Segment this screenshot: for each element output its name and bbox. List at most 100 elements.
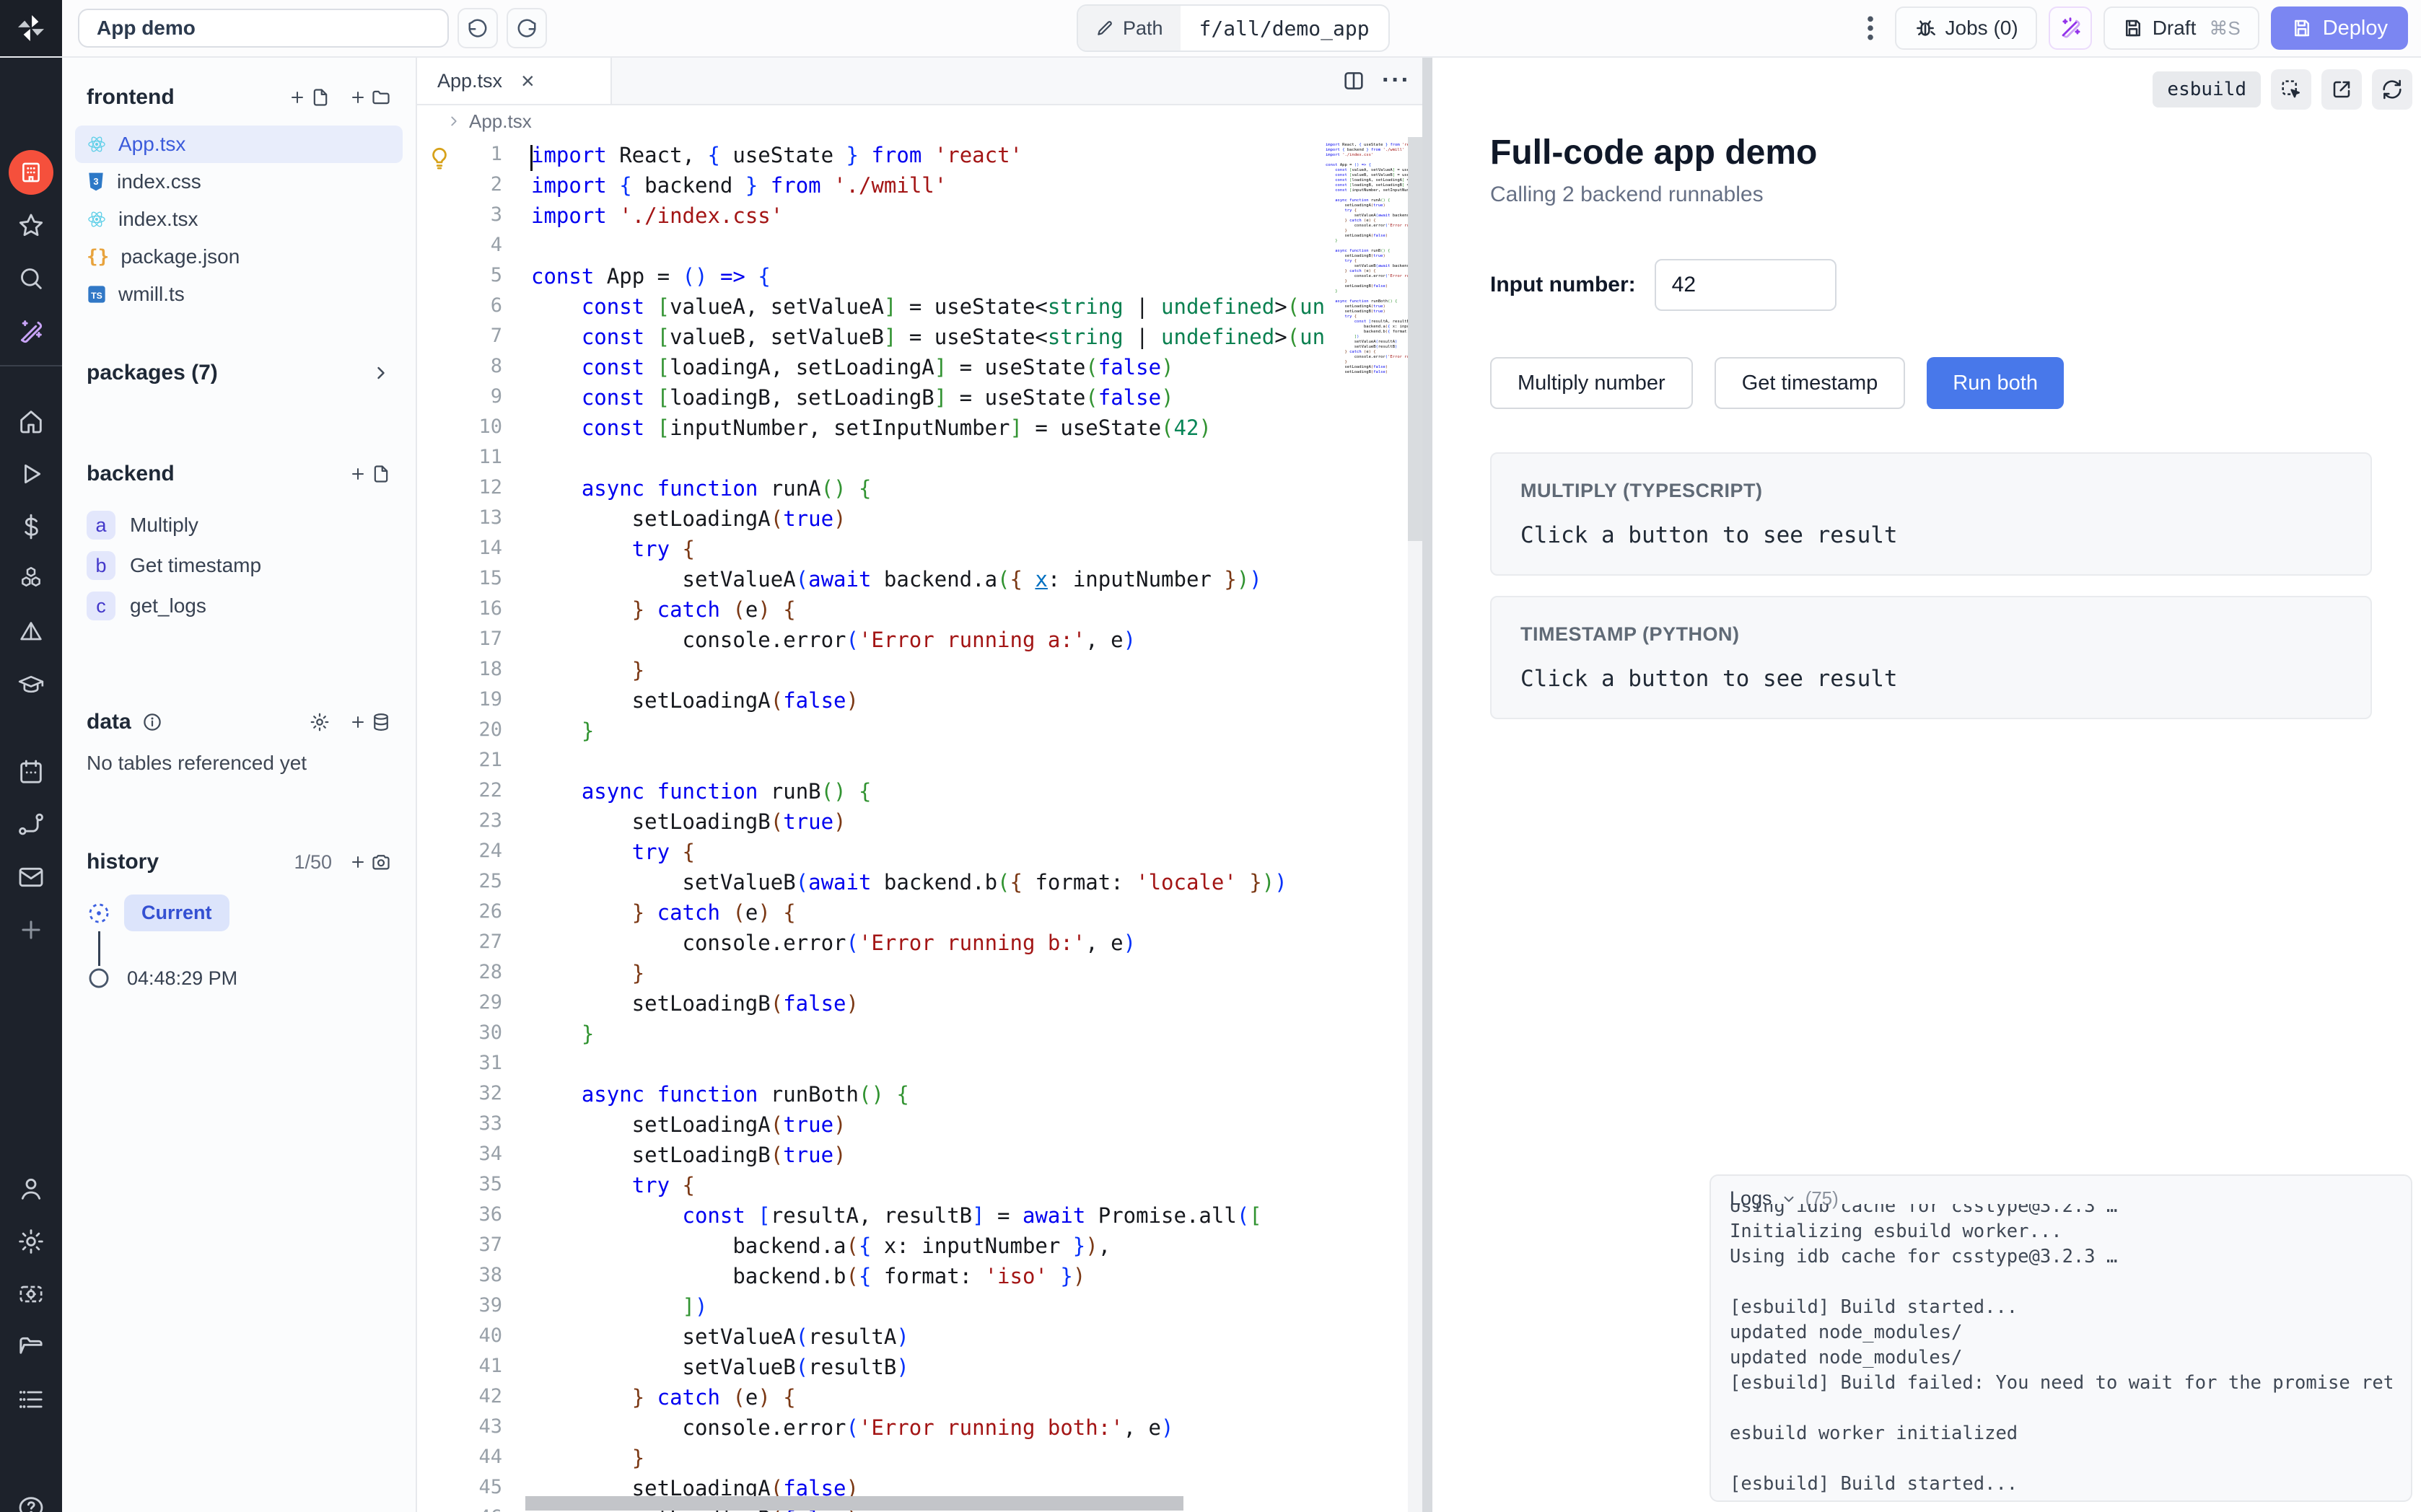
backend-item-Get timestamp[interactable]: bGet timestamp [87, 545, 391, 586]
instance-settings-nav[interactable] [15, 1278, 47, 1310]
code-line[interactable]: 11 [417, 446, 1422, 476]
code-line[interactable]: 41 setValueB(resultB) [417, 1355, 1422, 1385]
code-line[interactable]: 39 ]) [417, 1294, 1422, 1324]
packages-section-header[interactable]: packages (7) [87, 361, 391, 385]
code-line[interactable]: 21 [417, 749, 1422, 779]
add-folder-button[interactable] [349, 87, 391, 107]
triggers-nav[interactable] [15, 616, 47, 648]
data-settings-button[interactable] [309, 711, 330, 733]
path-control[interactable]: Path f/all/demo_app [1077, 4, 1390, 52]
code-line[interactable]: 6 const [valueA, setValueA] = useState<s… [417, 294, 1422, 325]
code-line[interactable]: 33 setLoadingA(true) [417, 1112, 1422, 1143]
open-external-button[interactable] [2321, 69, 2362, 110]
inbox-nav[interactable] [15, 861, 47, 893]
ai-nav[interactable] [15, 315, 47, 347]
code-line[interactable]: 4 [417, 234, 1422, 264]
code-line[interactable]: 23 setLoadingB(true) [417, 809, 1422, 840]
code-area[interactable]: 1import React, { useState } from 'react'… [417, 137, 1422, 1512]
code-line[interactable]: 34 setLoadingB(true) [417, 1143, 1422, 1173]
home-nav[interactable] [15, 405, 47, 437]
code-line[interactable]: 8 const [loadingA, setLoadingA] = useSta… [417, 355, 1422, 385]
path-edit-button[interactable]: Path [1078, 6, 1181, 50]
more-menu-button[interactable] [1857, 9, 1883, 47]
close-icon[interactable]: × [521, 69, 535, 92]
search-nav[interactable] [15, 263, 47, 294]
code-line[interactable]: 28 } [417, 961, 1422, 991]
code-line[interactable]: 42 } catch (e) { [417, 1385, 1422, 1415]
code-line[interactable]: 12 async function runA() { [417, 476, 1422, 506]
schedules-nav[interactable] [15, 756, 47, 788]
add-snapshot-button[interactable] [349, 852, 391, 872]
redo-button[interactable] [507, 8, 547, 48]
file-item-index.css[interactable]: 3index.css [75, 163, 403, 201]
code-line[interactable]: 16 } catch (e) { [417, 597, 1422, 628]
deploy-button[interactable]: Deploy [2271, 6, 2408, 50]
code-line[interactable]: 10 const [inputNumber, setInputNumber] =… [417, 416, 1422, 446]
code-line[interactable]: 24 try { [417, 840, 1422, 870]
minimap[interactable]: import React, { useState } from 'react'i… [1326, 143, 1408, 1512]
undo-button[interactable] [458, 8, 498, 48]
settings-nav[interactable] [15, 1226, 47, 1257]
app-name-input[interactable] [78, 9, 449, 48]
code-line[interactable]: 37 backend.a({ x: inputNumber }), [417, 1234, 1422, 1264]
tab-app-tsx[interactable]: App.tsx × [417, 58, 612, 104]
code-line[interactable]: 7 const [valueB, setValueB] = useState<s… [417, 325, 1422, 355]
editor-vscrollbar-thumb[interactable] [1408, 137, 1422, 541]
runs-nav[interactable] [15, 458, 47, 490]
add-file-button[interactable] [289, 87, 330, 107]
code-line[interactable]: 5const App = () => { [417, 264, 1422, 294]
input-number-field[interactable] [1655, 259, 1836, 311]
panel-splitter[interactable] [1422, 58, 1432, 1512]
code-line[interactable]: 32 async function runBoth() { [417, 1082, 1422, 1112]
backend-item-get_logs[interactable]: cget_logs [87, 586, 391, 626]
workspace-folder-nav[interactable] [15, 1331, 47, 1363]
learn-nav[interactable] [15, 669, 47, 700]
code-line[interactable]: 31 [417, 1052, 1422, 1082]
info-icon[interactable] [141, 711, 163, 733]
code-line[interactable]: 27 console.error('Error running b:', e) [417, 931, 1422, 961]
inspect-button[interactable] [2271, 69, 2311, 110]
code-line[interactable]: 44 } [417, 1446, 1422, 1476]
draft-button[interactable]: Draft ⌘S [2103, 6, 2259, 50]
favorites-nav[interactable] [15, 210, 47, 242]
code-line[interactable]: 30 } [417, 1021, 1422, 1052]
code-line[interactable]: 22 async function runB() { [417, 779, 1422, 809]
code-line[interactable]: 20 } [417, 718, 1422, 749]
code-line[interactable]: 25 setValueB(await backend.b({ format: '… [417, 870, 1422, 900]
jobs-button[interactable]: Jobs (0) [1895, 6, 2037, 50]
file-item-package.json[interactable]: {}package.json [75, 238, 403, 276]
editor-breadcrumb[interactable]: App.tsx [417, 105, 1422, 137]
code-line[interactable]: 17 console.error('Error running a:', e) [417, 628, 1422, 658]
file-item-wmill.ts[interactable]: TSwmill.ts [75, 276, 403, 313]
file-item-index.tsx[interactable]: index.tsx [75, 201, 403, 238]
add-nav[interactable] [15, 914, 47, 946]
backend-item-Multiply[interactable]: aMultiply [87, 505, 391, 545]
logs-panel[interactable]: Logs (75) Using idb cache for csstype@3.… [1709, 1174, 2412, 1502]
code-line[interactable]: 40 setValueA(resultA) [417, 1324, 1422, 1355]
multiply-number-button[interactable]: Multiply number [1490, 357, 1693, 409]
code-line[interactable]: 13 setLoadingA(true) [417, 506, 1422, 537]
add-table-button[interactable] [349, 712, 391, 732]
run-both-button[interactable]: Run both [1927, 357, 2064, 409]
code-line[interactable]: 26 } catch (e) { [417, 900, 1422, 931]
help-button[interactable] [15, 1492, 47, 1512]
history-current-entry[interactable]: Current [87, 895, 391, 931]
windmill-logo[interactable] [0, 0, 62, 56]
file-item-App.tsx[interactable]: App.tsx [75, 126, 403, 163]
flows-nav[interactable] [15, 809, 47, 840]
editor-hscrollbar-thumb[interactable] [525, 1496, 1183, 1511]
variables-nav[interactable] [15, 511, 47, 542]
code-line[interactable]: 36 const [resultA, resultB] = await Prom… [417, 1203, 1422, 1234]
split-view-icon[interactable] [1341, 69, 1366, 93]
code-line[interactable]: 15 setValueA(await backend.a({ x: inputN… [417, 567, 1422, 597]
ai-assistant-button[interactable] [2049, 6, 2092, 50]
lightbulb-icon[interactable] [427, 146, 452, 170]
active-app-button[interactable] [9, 150, 53, 195]
code-line[interactable]: 2import { backend } from './wmill' [417, 173, 1422, 203]
code-line[interactable]: 3import './index.css' [417, 203, 1422, 234]
user-nav[interactable] [15, 1173, 47, 1205]
code-line[interactable]: 43 console.error('Error running both:', … [417, 1415, 1422, 1446]
editor-more-icon[interactable]: ··· [1382, 76, 1411, 86]
get-timestamp-button[interactable]: Get timestamp [1715, 357, 1906, 409]
add-backend-runnable-button[interactable] [349, 464, 391, 484]
